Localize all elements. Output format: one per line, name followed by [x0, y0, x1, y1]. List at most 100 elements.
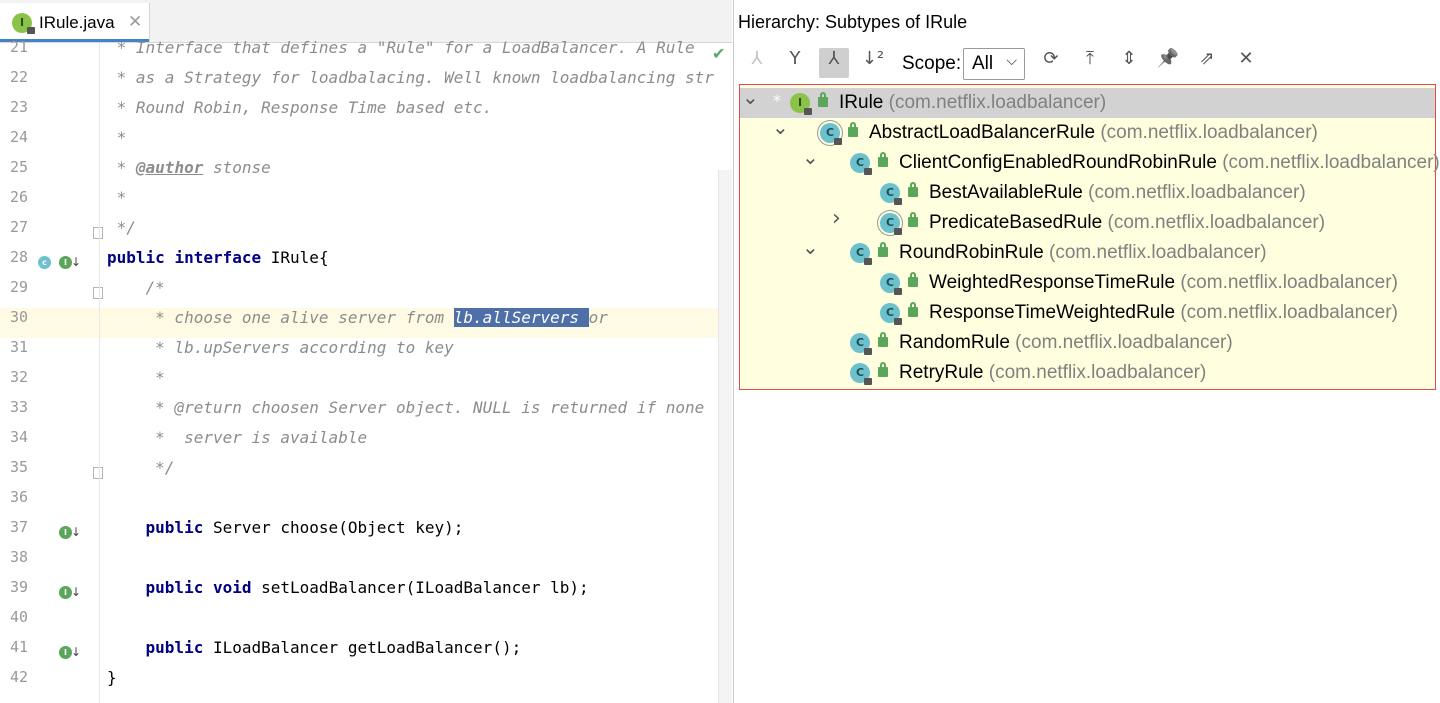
line-number[interactable]: 28 — [0, 248, 28, 266]
code-text[interactable]: * as a Strategy for loadbalacing. Well k… — [107, 68, 714, 87]
code-line[interactable]: 40 — [0, 608, 732, 638]
line-number[interactable]: 37 — [0, 518, 28, 536]
chevron-right-icon[interactable]: › — [832, 206, 841, 231]
code-text[interactable]: * lb.upServers according to key — [107, 338, 454, 357]
line-number[interactable]: 26 — [0, 188, 28, 206]
code-line[interactable]: 25 * @author stonse — [0, 158, 732, 188]
open-external-icon[interactable]: ⇗ — [1192, 48, 1222, 78]
code-editor[interactable]: I IRule.java ✕ 21 * Interface that defin… — [0, 0, 732, 703]
line-number[interactable]: 38 — [0, 548, 28, 566]
fold-marker-icon[interactable] — [93, 467, 103, 479]
tree-node-client-config-enabled-round-robin-rule[interactable]: ⌄ C ClientConfigEnabledRoundRobinRule (com… — [740, 145, 1440, 178]
code-text[interactable]: * server is available — [107, 428, 367, 447]
tree-node-response-time-weighted-rule[interactable]: C ResponseTimeWeightedRule (com.netflix.l… — [740, 298, 1435, 328]
tree-node-weighted-response-time-rule[interactable]: C WeightedResponseTimeRule (com.netflix.l… — [740, 268, 1435, 298]
code-text[interactable]: public interface IRule{ — [107, 248, 329, 267]
code-text[interactable]: * @author stonse — [107, 158, 271, 177]
line-number[interactable]: 35 — [0, 458, 28, 476]
line-number[interactable]: 34 — [0, 428, 28, 446]
code-line[interactable]: 34 * server is available — [0, 428, 732, 458]
fold-marker-icon[interactable] — [93, 287, 103, 299]
line-number[interactable]: 36 — [0, 488, 28, 506]
code-line[interactable]: 28 public interface IRule{c I ↓ — [0, 248, 732, 278]
vertical-scrollbar[interactable] — [718, 170, 732, 703]
line-number[interactable]: 22 — [0, 68, 28, 86]
editor-tab-irule[interactable]: I IRule.java ✕ — [0, 3, 150, 42]
chevron-down-icon[interactable]: ⌄ — [742, 85, 759, 109]
code-text[interactable]: * @return choosen Server object. NULL is… — [107, 398, 704, 417]
code-line[interactable]: 23 * Round Robin, Response Time based et… — [0, 98, 732, 128]
line-number[interactable]: 23 — [0, 98, 28, 116]
tree-node-best-available-rule[interactable]: C BestAvailableRule (com.netflix.loadbala… — [740, 178, 1435, 208]
inspection-ok-icon[interactable]: ✔ — [712, 44, 725, 63]
hierarchy-tree[interactable]: ⌄ * I IRule (com.netflix.loadbalancer) ⌄ C Abs… — [739, 84, 1440, 390]
line-number[interactable]: 25 — [0, 158, 28, 176]
code-line[interactable]: 29 /* — [0, 278, 732, 308]
code-text[interactable]: } — [107, 668, 117, 687]
code-line[interactable]: 37 public Server choose(Object key); I ↓ — [0, 518, 732, 548]
code-text[interactable]: * Interface that defines a "Rule" for a … — [107, 38, 695, 57]
code-text[interactable]: * — [107, 368, 165, 387]
export-icon[interactable]: ⤒ — [1075, 48, 1105, 78]
code-text[interactable]: public void setLoadBalancer(ILoadBalance… — [107, 578, 589, 597]
code-line[interactable]: 22 * as a Strategy for loadbalacing. Wel… — [0, 68, 732, 98]
code-line[interactable]: 27 */ — [0, 218, 732, 248]
code-line[interactable]: 39 public void setLoadBalancer(ILoadBala… — [0, 578, 732, 608]
code-line[interactable]: 26 * — [0, 188, 732, 218]
code-line[interactable]: 42} — [0, 668, 732, 698]
refresh-icon[interactable]: ⟳ — [1036, 48, 1066, 78]
line-number[interactable]: 39 — [0, 578, 28, 596]
code-text[interactable]: /* — [107, 278, 165, 297]
line-number[interactable]: 27 — [0, 218, 28, 236]
code-text[interactable]: */ — [107, 218, 136, 237]
line-number[interactable]: 31 — [0, 338, 28, 356]
chevron-down-icon[interactable]: ⌄ — [802, 235, 819, 259]
tree-node-retry-rule[interactable]: C RetryRule (com.netflix.loadbalancer) — [740, 358, 1435, 388]
line-number[interactable]: 30 — [0, 308, 28, 326]
tab-close-icon[interactable]: ✕ — [128, 12, 142, 32]
code-line[interactable]: 38 — [0, 548, 732, 578]
code-text[interactable]: public Server choose(Object key); — [107, 518, 464, 537]
supertypes-hierarchy-icon[interactable]: ⅄ — [742, 48, 772, 78]
line-number[interactable]: 29 — [0, 278, 28, 296]
tree-node-abstract-load-balancer-rule[interactable]: ⌄ C AbstractLoadBalancerRule (com.netflix.… — [740, 115, 1435, 148]
code-line[interactable]: 32 * — [0, 368, 732, 398]
code-line[interactable]: 35 */ — [0, 458, 732, 488]
sort-alphabetically-icon[interactable]: ↓² — [858, 48, 888, 78]
code-line[interactable]: 24 * — [0, 128, 732, 158]
code-line[interactable]: 31 * lb.upServers according to key — [0, 338, 732, 368]
type-hierarchy-icon[interactable]: Y — [780, 48, 810, 78]
expand-all-icon[interactable]: ⇕ — [1114, 48, 1144, 78]
code-line[interactable]: 41 public ILoadBalancer getLoadBalancer(… — [0, 638, 732, 668]
line-number[interactable]: 40 — [0, 608, 28, 626]
line-number[interactable]: 42 — [0, 668, 28, 686]
tree-node-label: RetryRule (com.netflix.loadbalancer) — [899, 362, 1206, 384]
chevron-down-icon[interactable]: ⌄ — [802, 145, 819, 169]
close-icon[interactable]: ✕ — [1231, 48, 1261, 78]
code-line[interactable]: 33 * @return choosen Server object. NULL… — [0, 398, 732, 428]
code-text[interactable]: */ — [107, 458, 174, 477]
line-number[interactable]: 24 — [0, 128, 28, 146]
code-text[interactable]: * — [107, 188, 127, 207]
code-line[interactable]: 36 — [0, 488, 732, 518]
code-line[interactable]: 21 * Interface that defines a "Rule" for… — [0, 38, 732, 68]
code-text[interactable]: * choose one alive server from lb.allSer… — [107, 308, 608, 327]
subtypes-hierarchy-icon[interactable]: ⅄ — [819, 48, 849, 78]
line-number[interactable]: 33 — [0, 398, 28, 416]
code-text[interactable]: public ILoadBalancer getLoadBalancer(); — [107, 638, 522, 657]
pin-icon[interactable]: 📌 — [1153, 48, 1183, 78]
code-text[interactable]: * Round Robin, Response Time based etc. — [107, 98, 493, 117]
chevron-down-icon[interactable]: ⌄ — [772, 115, 789, 139]
tree-node-round-robin-rule[interactable]: ⌄ C RoundRobinRule (com.netflix.loadbalanc… — [740, 235, 1435, 268]
code-text[interactable]: * — [107, 128, 127, 147]
line-number[interactable]: 21 — [0, 38, 28, 56]
tree-node-predicate-based-rule[interactable]: › C PredicateBasedRule (com.netflix.loadba… — [740, 206, 1435, 238]
line-number[interactable]: 41 — [0, 638, 28, 656]
line-number[interactable]: 32 — [0, 368, 28, 386]
tree-node-irule[interactable]: ⌄ * I IRule (com.netflix.loadbalancer) — [740, 85, 1435, 118]
code-line[interactable]: 30 * choose one alive server from lb.all… — [0, 308, 732, 338]
tree-node-random-rule[interactable]: C RandomRule (com.netflix.loadbalancer) — [740, 328, 1435, 358]
implemented-by-class-icon[interactable]: c — [38, 256, 51, 269]
scope-dropdown[interactable]: All ⌵ — [963, 48, 1025, 80]
fold-marker-icon[interactable] — [93, 227, 103, 239]
